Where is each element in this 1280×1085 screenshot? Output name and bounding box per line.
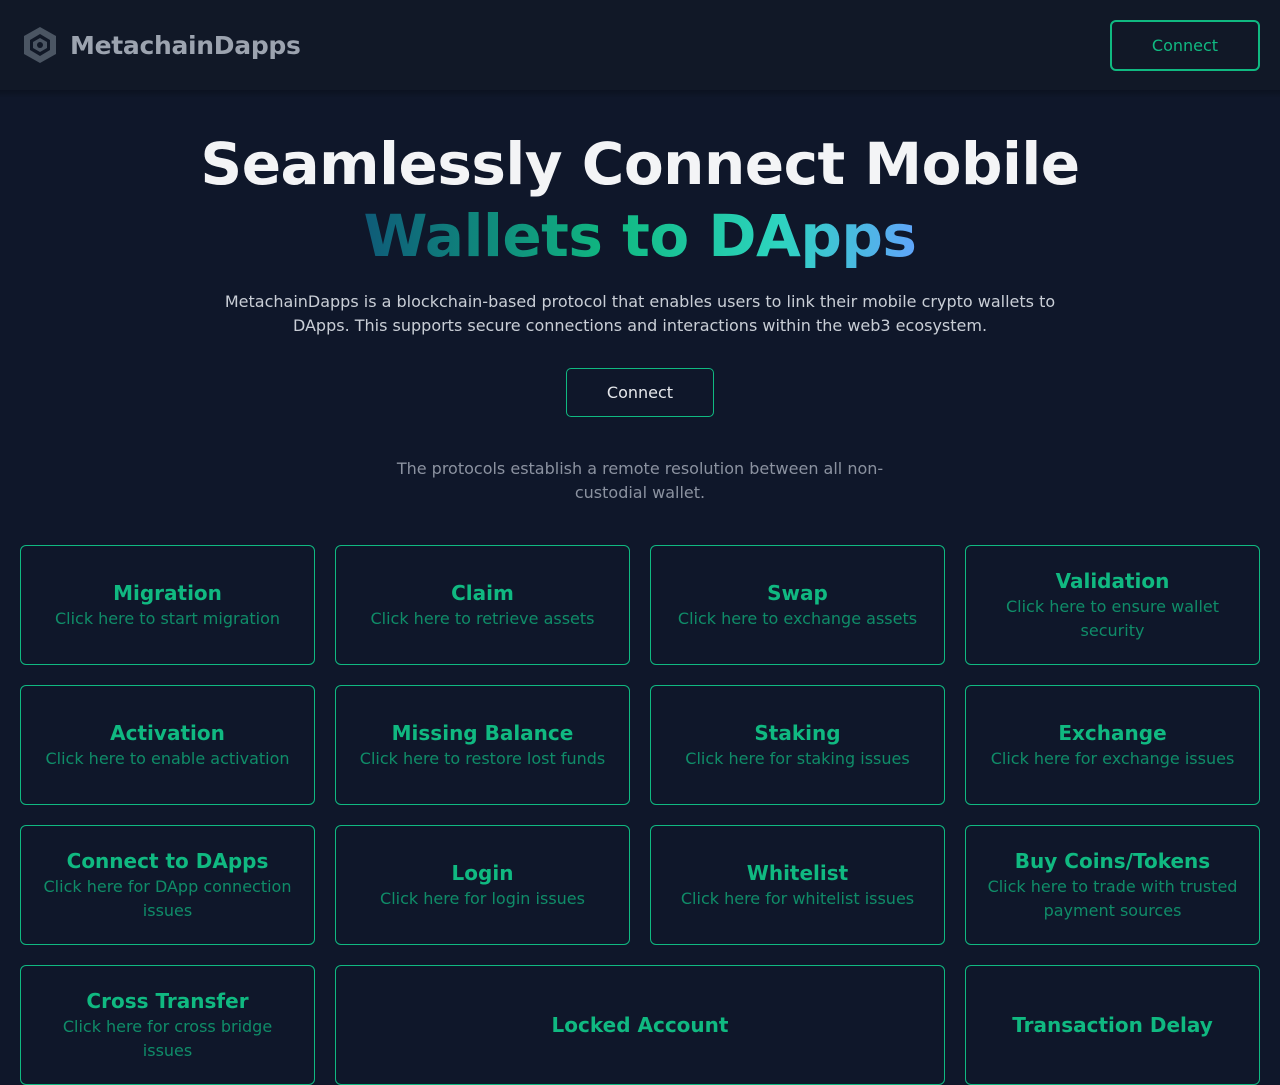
brand[interactable]: MetachainDapps — [22, 25, 301, 65]
card-description: Click here to enable activation — [45, 749, 290, 768]
card-description: Click here for whitelist issues — [680, 889, 915, 908]
card-title: Swap — [767, 581, 828, 605]
card-whitelist[interactable]: Whitelist Click here for whitelist issue… — [650, 825, 945, 945]
card-buy-coins-tokens[interactable]: Buy Coins/Tokens Click here to trade wit… — [965, 825, 1260, 945]
card-description: Click here to start migration — [54, 609, 281, 628]
card-missing-balance[interactable]: Missing Balance Click here to restore lo… — [335, 685, 630, 805]
card-title: Migration — [113, 581, 222, 605]
card-title: Staking — [754, 721, 841, 745]
card-description: Click here for exchange issues — [990, 749, 1235, 768]
card-claim[interactable]: Claim Click here to retrieve assets — [335, 545, 630, 665]
card-description: Click here to ensure wallet security — [1005, 597, 1219, 640]
card-title: Claim — [451, 581, 514, 605]
card-title: Locked Account — [551, 1013, 729, 1037]
card-description: Click here to restore lost funds — [359, 749, 606, 768]
card-login[interactable]: Login Click here for login issues — [335, 825, 630, 945]
header-connect-button[interactable]: Connect — [1110, 19, 1260, 71]
card-swap[interactable]: Swap Click here to exchange assets — [650, 545, 945, 665]
hero-title-line2: Wallets to DApps — [363, 202, 917, 270]
card-migration[interactable]: Migration Click here to start migration — [20, 545, 315, 665]
navbar-shadow — [0, 90, 1280, 98]
card-description: Click here to trade with trusted payment… — [987, 877, 1238, 920]
hero-description: MetachainDapps is a blockchain-based pro… — [224, 292, 1056, 335]
card-cross-transfer[interactable]: Cross Transfer Click here for cross brid… — [20, 965, 315, 1085]
card-activation[interactable]: Activation Click here to enable activati… — [20, 685, 315, 805]
card-description: Click here to retrieve assets — [370, 609, 595, 628]
card-title: Cross Transfer — [86, 989, 249, 1013]
hexagon-logo-icon — [24, 27, 56, 63]
card-locked-account[interactable]: Locked Account — [335, 965, 945, 1085]
card-description: Click here for login issues — [380, 889, 585, 908]
card-staking[interactable]: Staking Click here for staking issues — [650, 685, 945, 805]
card-title: Exchange — [1058, 721, 1167, 745]
card-description: Click here for cross bridge issues — [62, 1017, 273, 1060]
card-connect-to-dapps[interactable]: Connect to DApps Click here for DApp con… — [20, 825, 315, 945]
brand-name: MetachainDapps — [70, 30, 301, 60]
navbar: MetachainDapps Connect — [0, 0, 1280, 90]
card-title: Missing Balance — [391, 721, 574, 745]
service-grid: Migration Click here to start migration … — [20, 545, 1260, 1085]
hero-connect-button[interactable]: Connect — [566, 368, 714, 417]
card-title: Whitelist — [746, 861, 849, 885]
card-title: Connect to DApps — [66, 849, 269, 873]
card-description: Click here to exchange assets — [677, 609, 918, 628]
card-exchange[interactable]: Exchange Click here for exchange issues — [965, 685, 1260, 805]
card-title: Login — [451, 861, 514, 885]
card-validation[interactable]: Validation Click here to ensure wallet s… — [965, 545, 1260, 665]
hero-title-line1: Seamlessly Connect Mobile — [200, 130, 1080, 198]
card-title: Buy Coins/Tokens — [1014, 849, 1211, 873]
protocol-note: The protocols establish a remote resolut… — [396, 459, 884, 502]
card-title: Validation — [1055, 569, 1170, 593]
card-title: Transaction Delay — [1012, 1013, 1213, 1037]
card-description: Click here for staking issues — [685, 749, 910, 768]
hero-title: Seamlessly Connect Mobile Wallets to DAp… — [0, 128, 1280, 272]
card-title: Activation — [110, 721, 225, 745]
card-transaction-delay[interactable]: Transaction Delay — [965, 965, 1260, 1085]
card-description: Click here for DApp connection issues — [43, 877, 292, 920]
